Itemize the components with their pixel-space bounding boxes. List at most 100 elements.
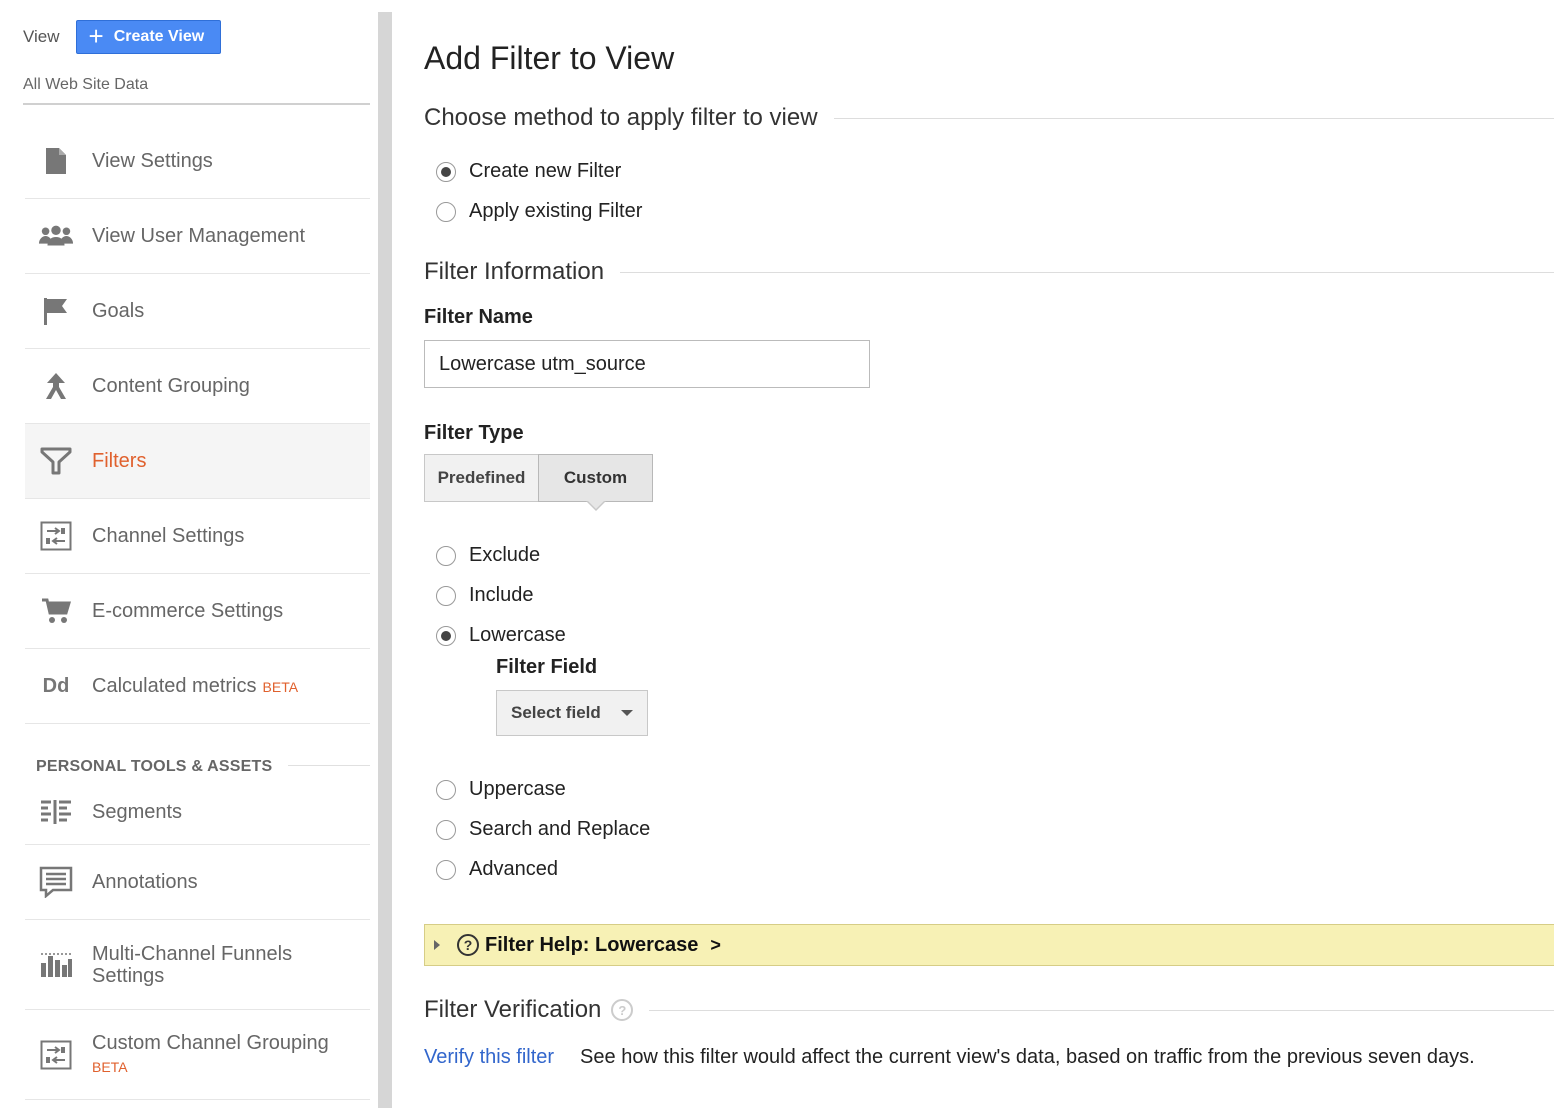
sidebar-item-annotations[interactable]: Annotations (25, 845, 370, 920)
sidebar-item-filters[interactable]: Filters (25, 424, 370, 499)
filter-help-text: Filter Help: Lowercase (485, 933, 699, 956)
filter-field-select[interactable]: Select field (496, 690, 648, 736)
sidebar-item-label: Content Grouping (92, 375, 250, 397)
content-grouping-icon (38, 371, 74, 401)
filter-type-custom-label: Custom (563, 468, 628, 487)
sidebar-item-label: Annotations (92, 871, 198, 893)
page-title: Add Filter to View (424, 40, 675, 76)
sidebar-item-channel-settings[interactable]: Channel Settings (25, 499, 370, 574)
radio-create-new-filter[interactable]: Create new Filter (436, 160, 621, 183)
verify-row: Verify this filter See how this filter w… (424, 1046, 1475, 1069)
filter-info-section-header: Filter Information (424, 258, 1554, 286)
flag-icon (38, 296, 74, 326)
filter-help-bar[interactable]: ? Filter Help: Lowercase > (424, 924, 1554, 966)
bar-chart-icon (38, 951, 74, 979)
radio-button[interactable] (436, 779, 456, 800)
create-view-label: Create View (113, 28, 205, 45)
radio-label: Advanced (469, 858, 558, 880)
channel-settings-icon (38, 1040, 74, 1070)
radio-search-and-replace[interactable]: Search and Replace (436, 818, 650, 841)
radio-button[interactable] (436, 201, 456, 222)
sidebar-item-view-user-management[interactable]: View User Management (25, 199, 370, 274)
radio-label: Uppercase (469, 778, 566, 800)
sidebar-item-label: Goals (92, 300, 145, 322)
radio-exclude[interactable]: Exclude (436, 544, 540, 567)
sidebar-item-label: Filters (92, 450, 147, 472)
filter-type-label: Filter Type (424, 422, 524, 444)
sidebar-item-calculated-metrics[interactable]: Dd Calculated metrics BETA (25, 649, 370, 724)
sidebar: View + Create View All Web Site Data Vie… (0, 0, 378, 1108)
annotations-icon (38, 866, 74, 898)
method-section-header: Choose method to apply filter to view (424, 104, 1554, 132)
verification-section-header: Filter Verification ? (424, 996, 1554, 1024)
sidebar-item-label: Multi-Channel Funnels Settings (92, 942, 293, 987)
filter-icon (38, 446, 74, 476)
radio-uppercase[interactable]: Uppercase (436, 778, 566, 801)
sidebar-item-label: Custom Channel Grouping BETA (92, 1032, 329, 1078)
section-divider (620, 271, 1554, 273)
help-icon[interactable]: ? (611, 999, 634, 1021)
sidebar-item-label: E-commerce Settings (92, 600, 284, 622)
sidebar-item-goals[interactable]: Goals (25, 274, 370, 349)
sidebar-item-label: Segments (92, 801, 183, 823)
radio-button[interactable] (436, 585, 456, 606)
radio-label: Lowercase (469, 624, 566, 646)
cart-icon (38, 597, 74, 625)
view-name-divider (23, 103, 370, 105)
sidebar-item-view-settings[interactable]: View Settings (25, 124, 370, 199)
sidebar-item-multi-channel-funnels[interactable]: Multi-Channel Funnels Settings (25, 920, 370, 1010)
sidebar-item-label: View User Management (92, 225, 306, 247)
radio-lowercase[interactable]: Lowercase (436, 624, 566, 647)
sidebar-scrollbar[interactable] (378, 12, 392, 1108)
radio-apply-existing-filter[interactable]: Apply existing Filter (436, 200, 642, 223)
section-title: Filter Information (424, 258, 605, 285)
dd-icon: Dd (38, 675, 74, 698)
section-title: PERSONAL TOOLS & ASSETS (36, 758, 273, 775)
dd-icon-text: Dd (42, 674, 70, 697)
sidebar-item-segments[interactable]: Segments (25, 780, 370, 845)
radio-button[interactable] (436, 625, 456, 646)
verify-description: See how this filter would affect the cur… (580, 1046, 1475, 1068)
section-divider (649, 1009, 1554, 1011)
sidebar-item-label-text: Calculated metrics (92, 674, 257, 697)
radio-button[interactable] (436, 161, 456, 182)
sidebar-item-custom-channel-grouping[interactable]: Custom Channel Grouping BETA (25, 1010, 370, 1100)
section-title: Choose method to apply filter to view (424, 104, 818, 131)
filter-type-toggle: Predefined Custom (424, 454, 653, 511)
filter-field-label: Filter Field (496, 656, 598, 678)
help-icon: ? (457, 934, 479, 956)
plus-icon: + (88, 21, 104, 51)
section-divider (288, 765, 370, 766)
document-icon (38, 147, 74, 175)
view-header: View + Create View (23, 20, 222, 54)
section-title: Filter Verification (424, 996, 602, 1023)
filter-name-input[interactable] (424, 340, 870, 388)
radio-button[interactable] (436, 859, 456, 880)
create-view-button[interactable]: + Create View (75, 20, 222, 54)
filter-type-predefined-button[interactable]: Predefined (424, 454, 539, 502)
radio-button[interactable] (436, 819, 456, 840)
view-name[interactable]: All Web Site Data (23, 76, 148, 94)
radio-advanced[interactable]: Advanced (436, 858, 558, 881)
radio-button[interactable] (436, 545, 456, 566)
radio-label: Search and Replace (469, 818, 651, 840)
sidebar-item-label: Calculated metrics BETA (92, 675, 298, 698)
filter-type-custom-button[interactable]: Custom (538, 454, 653, 511)
sidebar-item-label-text: Custom Channel Grouping (92, 1031, 329, 1054)
radio-label: Create new Filter (469, 160, 622, 182)
chevron-right-icon: > (710, 934, 721, 955)
sidebar-item-ecommerce-settings[interactable]: E-commerce Settings (25, 574, 370, 649)
radio-include[interactable]: Include (436, 584, 534, 607)
radio-label: Apply existing Filter (469, 200, 643, 222)
sidebar-nav: View Settings View User Management Goals… (25, 124, 370, 1100)
verify-filter-link[interactable]: Verify this filter (424, 1046, 554, 1069)
sidebar-item-content-grouping[interactable]: Content Grouping (25, 349, 370, 424)
view-label: View (23, 27, 60, 46)
radio-label: Exclude (469, 544, 541, 566)
sidebar-item-label: Channel Settings (92, 525, 245, 547)
beta-badge: BETA (262, 678, 299, 695)
beta-badge: BETA (92, 1058, 128, 1075)
filter-name-label: Filter Name (424, 306, 533, 328)
section-divider (833, 117, 1554, 119)
caret-down-icon (585, 500, 606, 511)
